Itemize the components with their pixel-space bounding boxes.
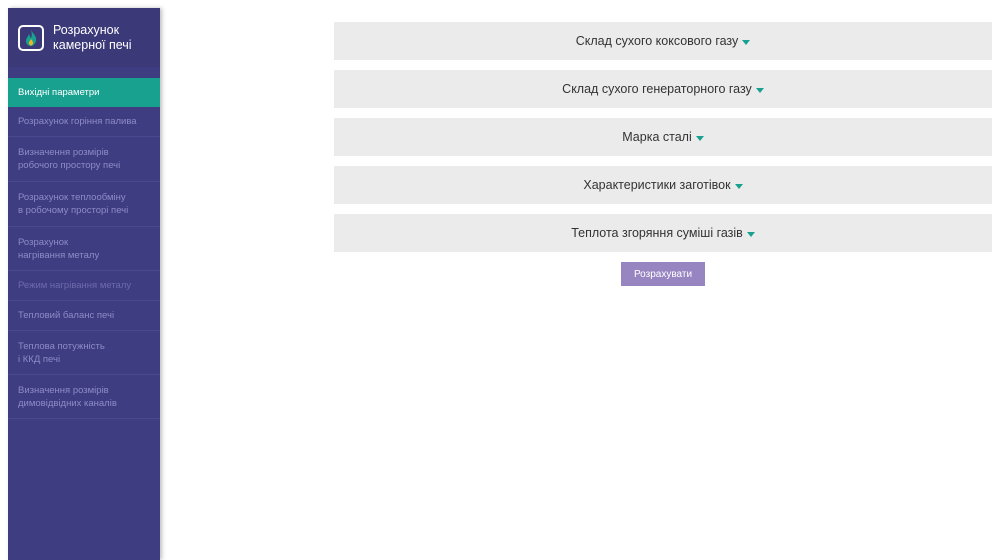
sidebar-item-workspace-dimensions[interactable]: Визначення розмірів робочого простору пе… <box>8 137 160 182</box>
sidebar-item-thermal-power[interactable]: Теплова потужність і ККД печі <box>8 331 160 375</box>
section-label: Характеристики заготівок <box>583 178 731 192</box>
sidebar-item-fuel-combustion[interactable]: Розрахунок горіння палива <box>8 107 160 137</box>
flame-icon <box>26 29 37 46</box>
section-gas-mixture-heat[interactable]: Теплота згоряння суміші газів <box>334 214 992 252</box>
sidebar-item-heat-balance[interactable]: Тепловий баланс печі <box>8 301 160 331</box>
main-content: Склад сухого коксового газу Склад сухого… <box>334 22 992 286</box>
caret-down-icon <box>734 183 743 189</box>
section-coke-gas[interactable]: Склад сухого коксового газу <box>334 22 992 60</box>
sidebar-item-metal-heating[interactable]: Розрахунок нагрівання металу <box>8 227 160 271</box>
caret-down-icon <box>695 135 704 141</box>
caret-down-icon <box>742 39 751 45</box>
sidebar: Розрахунок камерної печі Вихідні парамет… <box>8 8 160 560</box>
sidebar-item-heating-mode[interactable]: Режим нагрівання металу <box>8 271 160 301</box>
section-label: Теплота згоряння суміші газів <box>571 226 743 240</box>
sidebar-item-initial-parameters[interactable]: Вихідні параметри <box>8 78 160 107</box>
calculate-wrapper: Розрахувати <box>334 262 992 286</box>
section-generator-gas[interactable]: Склад сухого генераторного газу <box>334 70 992 108</box>
app-title: Розрахунок камерної печі <box>53 22 132 52</box>
section-label: Склад сухого коксового газу <box>575 34 739 48</box>
section-steel-grade[interactable]: Марка сталі <box>334 118 992 156</box>
caret-down-icon <box>755 87 764 93</box>
sidebar-item-heat-exchange[interactable]: Розрахунок теплообміну в робочому просто… <box>8 182 160 227</box>
section-label: Склад сухого генераторного газу <box>562 82 752 96</box>
calculate-button[interactable]: Розрахувати <box>621 262 705 286</box>
caret-down-icon <box>746 231 755 237</box>
brand-header: Розрахунок камерної печі <box>8 8 160 67</box>
section-label: Марка сталі <box>622 130 692 144</box>
sidebar-nav: Вихідні параметри Розрахунок горіння пал… <box>8 78 160 419</box>
app-layout: Розрахунок камерної печі Вихідні парамет… <box>0 0 992 560</box>
sidebar-item-flue-channels[interactable]: Визначення розмірів димовідвідних каналі… <box>8 375 160 419</box>
flame-logo-icon <box>18 24 44 51</box>
section-billet-characteristics[interactable]: Характеристики заготівок <box>334 166 992 204</box>
